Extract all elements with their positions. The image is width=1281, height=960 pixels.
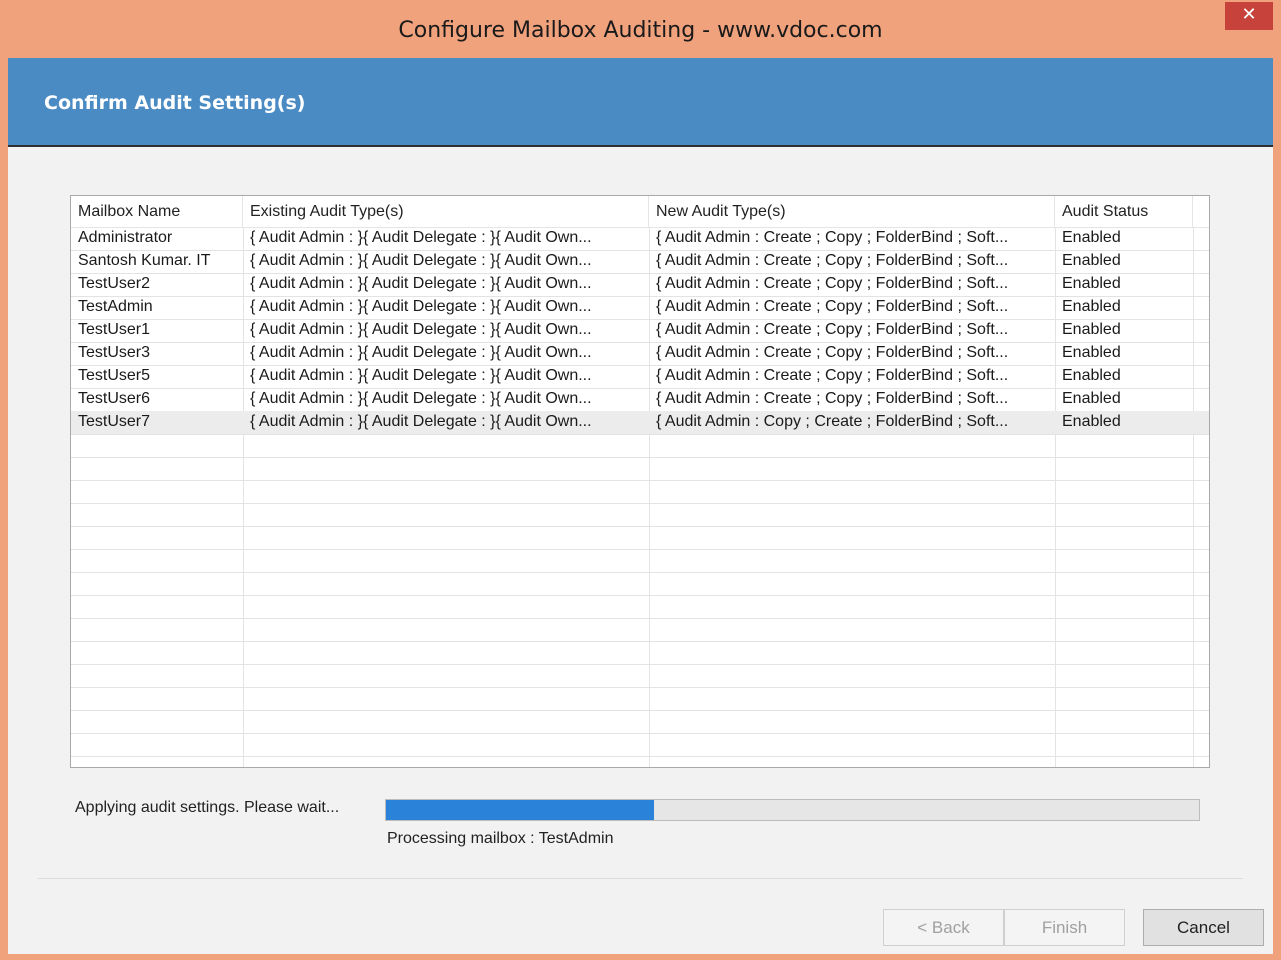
empty-table-row	[71, 526, 1209, 550]
table-row[interactable]: Santosh Kumar. IT { Audit Admin : }{ Audi…	[71, 250, 1209, 274]
empty-table-row	[71, 572, 1209, 596]
button-area-divider	[38, 878, 1243, 879]
column-header-audit-status[interactable]: Audit Status	[1055, 196, 1193, 227]
empty-table-row	[71, 595, 1209, 619]
finish-button-label: Finish	[1041, 918, 1088, 937]
dialog-client-area: Confirm Audit Setting(s) Mailbox Name Ex…	[8, 58, 1273, 954]
cell-new-audit-types: { Audit Admin : Create ; Copy ; FolderBi…	[656, 367, 1009, 384]
back-button-label: < Back	[917, 918, 970, 937]
progress-bar-fill	[386, 800, 655, 820]
table-row[interactable]: TestUser3 { Audit Admin : }{ Audit Delega…	[71, 342, 1209, 366]
cell-audit-status: Enabled	[1062, 275, 1121, 292]
empty-table-row	[71, 618, 1209, 642]
progress-status-label: Applying audit settings. Please wait...	[75, 799, 340, 816]
close-icon: ✕	[1241, 4, 1257, 25]
cell-new-audit-types: { Audit Admin : Create ; Copy ; FolderBi…	[656, 229, 1009, 246]
cell-audit-status: Enabled	[1062, 252, 1121, 269]
processing-mailbox-text: Processing mailbox : TestAdmin	[387, 830, 614, 847]
cell-mailbox-name: TestUser3	[78, 344, 151, 361]
cell-new-audit-types: { Audit Admin : Create ; Copy ; FolderBi…	[656, 321, 1009, 338]
cell-existing-audit-types: { Audit Admin : }{ Audit Delegate : }{ A…	[250, 390, 592, 407]
cancel-button-label: Cancel	[1177, 918, 1230, 937]
cell-new-audit-types: { Audit Admin : Create ; Copy ; FolderBi…	[656, 275, 1009, 292]
empty-table-row	[71, 710, 1209, 734]
column-header-mailbox-name[interactable]: Mailbox Name	[71, 196, 243, 227]
wizard-banner: Confirm Audit Setting(s)	[8, 58, 1273, 147]
cell-mailbox-name: Administrator	[78, 229, 173, 246]
cell-audit-status: Enabled	[1062, 229, 1121, 246]
empty-table-row	[71, 664, 1209, 688]
finish-button[interactable]: Finish	[1004, 909, 1125, 946]
cell-existing-audit-types: { Audit Admin : }{ Audit Delegate : }{ A…	[250, 321, 592, 338]
table-row[interactable]: TestUser6 { Audit Admin : }{ Audit Delega…	[71, 388, 1209, 412]
progress-bar	[385, 799, 1200, 821]
cell-audit-status: Enabled	[1062, 298, 1121, 315]
cell-new-audit-types: { Audit Admin : Copy ; Create ; FolderBi…	[656, 413, 1009, 430]
cell-existing-audit-types: { Audit Admin : }{ Audit Delegate : }{ A…	[250, 275, 592, 292]
dialog-window: Configure Mailbox Auditing - www.vdoc.co…	[0, 0, 1281, 960]
cell-mailbox-name: TestUser5	[78, 367, 151, 384]
back-button[interactable]: < Back	[883, 909, 1004, 946]
cell-mailbox-name: Santosh Kumar. IT	[78, 252, 211, 269]
empty-table-row	[71, 733, 1209, 757]
cell-new-audit-types: { Audit Admin : Create ; Copy ; FolderBi…	[656, 390, 1009, 407]
empty-table-row	[71, 687, 1209, 711]
cell-mailbox-name: TestUser7	[78, 413, 151, 430]
empty-table-row	[71, 434, 1209, 458]
cell-new-audit-types: { Audit Admin : Create ; Copy ; FolderBi…	[656, 344, 1009, 361]
cell-audit-status: Enabled	[1062, 321, 1121, 338]
cancel-button[interactable]: Cancel	[1143, 909, 1264, 946]
table-row[interactable]: TestUser1 { Audit Admin : }{ Audit Delega…	[71, 319, 1209, 343]
cell-existing-audit-types: { Audit Admin : }{ Audit Delegate : }{ A…	[250, 252, 592, 269]
cell-audit-status: Enabled	[1062, 390, 1121, 407]
page-title: Confirm Audit Setting(s)	[44, 92, 306, 114]
audit-settings-table[interactable]: Mailbox Name Existing Audit Type(s) New …	[70, 195, 1210, 768]
cell-mailbox-name: TestUser6	[78, 390, 151, 407]
cell-new-audit-types: { Audit Admin : Create ; Copy ; FolderBi…	[656, 298, 1009, 315]
cell-existing-audit-types: { Audit Admin : }{ Audit Delegate : }{ A…	[250, 367, 592, 384]
table-row[interactable]: TestAdmin { Audit Admin : }{ Audit Delega…	[71, 296, 1209, 320]
empty-table-row	[71, 480, 1209, 504]
empty-table-row	[71, 641, 1209, 665]
cell-existing-audit-types: { Audit Admin : }{ Audit Delegate : }{ A…	[250, 344, 592, 361]
close-button[interactable]: ✕	[1225, 2, 1273, 30]
cell-audit-status: Enabled	[1062, 413, 1121, 430]
cell-existing-audit-types: { Audit Admin : }{ Audit Delegate : }{ A…	[250, 413, 592, 430]
table-row[interactable]: TestUser2 { Audit Admin : }{ Audit Delega…	[71, 273, 1209, 297]
title-bar[interactable]: Configure Mailbox Auditing - www.vdoc.co…	[0, 0, 1281, 58]
cell-mailbox-name: TestUser2	[78, 275, 151, 292]
window-title: Configure Mailbox Auditing - www.vdoc.co…	[398, 18, 883, 43]
empty-table-row	[71, 457, 1209, 481]
cell-existing-audit-types: { Audit Admin : }{ Audit Delegate : }{ A…	[250, 229, 592, 246]
table-header: Mailbox Name Existing Audit Type(s) New …	[71, 196, 1209, 228]
cell-new-audit-types: { Audit Admin : Create ; Copy ; FolderBi…	[656, 252, 1009, 269]
column-header-existing-audit-types[interactable]: Existing Audit Type(s)	[243, 196, 649, 227]
cell-mailbox-name: TestAdmin	[78, 298, 153, 315]
table-row[interactable]: Administrator { Audit Admin : }{ Audit De…	[71, 227, 1209, 251]
empty-table-row	[71, 549, 1209, 573]
table-row[interactable]: TestUser7 { Audit Admin : }{ Audit Delega…	[71, 411, 1209, 435]
cell-mailbox-name: TestUser1	[78, 321, 151, 338]
cell-existing-audit-types: { Audit Admin : }{ Audit Delegate : }{ A…	[250, 298, 592, 315]
cell-audit-status: Enabled	[1062, 344, 1121, 361]
column-header-new-audit-types[interactable]: New Audit Type(s)	[649, 196, 1055, 227]
cell-audit-status: Enabled	[1062, 367, 1121, 384]
table-row[interactable]: TestUser5 { Audit Admin : }{ Audit Delega…	[71, 365, 1209, 389]
empty-table-row	[71, 503, 1209, 527]
